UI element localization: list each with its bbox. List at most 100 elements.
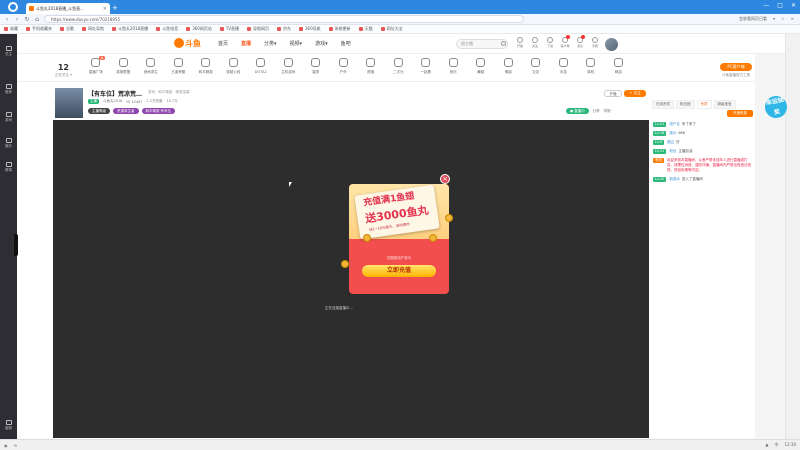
anchor-name[interactable]: 斗鱼丸2018 [103,99,122,104]
report-link[interactable]: 举报 [604,109,611,114]
rail-item[interactable]: 推荐 [0,84,17,95]
search-icon[interactable] [501,41,506,46]
category-item[interactable]: DOTA2 [247,58,275,75]
header-icon[interactable]: 下载 [545,37,555,48]
start-stream-button[interactable]: 开播 [604,90,622,97]
bookmark-item[interactable]: 京东 [277,26,291,32]
follow-button[interactable]: + 关注 [624,90,646,97]
sidebar-tab[interactable]: 粉丝团 [676,100,695,109]
new-tab-button[interactable]: + [112,4,118,12]
rail-item[interactable]: 赛事 [0,162,17,173]
bookmark-item[interactable]: 收藏 [4,26,18,32]
category-item[interactable]: 主机游戏 [275,58,303,75]
category-item[interactable]: 舞蹈 [467,58,495,75]
bookmark-item[interactable]: 网址大全 [381,26,403,32]
reload-icon[interactable]: ↻ [24,16,30,23]
category-item[interactable]: 绝地求生 [137,58,165,75]
nav-item[interactable]: 分类▾ [264,40,277,47]
category-item[interactable]: 热直播广场 [82,56,110,75]
category-item[interactable]: 一起看 [412,58,440,75]
category-item[interactable]: 单机 [577,58,605,75]
nav-item[interactable]: 视频▾ [290,40,303,47]
room-tag[interactable]: 主播等级 [88,108,110,114]
category-item[interactable]: 二次元 [385,58,413,75]
chat-username[interactable]: 粉丝 [669,149,676,153]
menu-icon[interactable]: ≡ [791,15,794,23]
room-category[interactable]: 游戏 · 和平精英 · 精英招募 [148,90,190,95]
nav-item[interactable]: 游戏▾ [315,40,328,47]
bookmark-item[interactable]: 斗鱼电竞 [156,26,178,32]
pc-client-button[interactable]: PC客户端 [720,63,752,71]
minimize-button[interactable]: — [763,2,769,9]
category-item[interactable]: 颜值 [357,58,385,75]
chat-username[interactable]: 新观众 [669,177,680,181]
chat-username[interactable]: 观众 [669,131,676,135]
category-item[interactable]: 情感 [495,58,523,75]
anchor-avatar[interactable] [55,88,83,118]
rail-item[interactable]: 游戏 [0,112,17,123]
chat-username[interactable]: 用户名 [669,122,680,126]
header-icon[interactable]: 消息 [575,35,585,48]
sidebar-tab[interactable]: 在线贵宾 [652,100,674,109]
header-icon[interactable]: 关注 [530,37,540,48]
rail-item[interactable]: 娱乐 [0,138,17,149]
category-item[interactable]: 和平精英 [192,58,220,75]
page-search-hint[interactable]: 会收看网页日看 [739,15,767,23]
tab-close-icon[interactable]: × [103,6,107,12]
category-item[interactable]: 星秀 [302,58,330,75]
category-item[interactable]: 手游 [550,58,578,75]
page-scrollbar[interactable] [785,34,800,439]
bookmark-item[interactable]: 导航网页 [247,26,269,32]
maximize-button[interactable]: □ [777,2,783,9]
room-tag[interactable]: 荒漠求生者 [113,108,139,114]
following-counter[interactable]: 12 正在关注 ▾ [55,63,72,78]
rail-collapse-handle[interactable] [14,234,18,256]
chat-username[interactable]: 路过 [667,140,674,144]
bookmark-item[interactable]: 360导航 [299,26,321,32]
browser-logo-icon[interactable] [2,1,24,13]
recharge-now-button[interactable]: 立即充值 [362,265,436,277]
star-icon[interactable]: ☆ [781,15,785,23]
nav-item[interactable]: 首页 [218,40,228,47]
bookmark-item[interactable]: TV直播 [220,26,239,32]
share-link[interactable]: 分享 [593,109,600,114]
category-item[interactable]: 音乐 [440,58,468,75]
back-icon[interactable]: ‹ [4,16,10,23]
nav-item[interactable]: 鱼吧 [341,40,351,47]
category-item[interactable]: 网游 [605,58,633,75]
category-item[interactable]: 穿越火线 [220,58,248,75]
home-icon[interactable]: ⌂ [34,16,40,23]
url-input[interactable]: https://www.douyu.com/70218955 [44,15,524,23]
bookmark-item[interactable]: 谷歌 [60,26,74,32]
category-item[interactable]: 交友 [522,58,550,75]
category-item[interactable]: 英雄联盟 [110,58,138,75]
rail-item[interactable]: 关注 [0,46,17,57]
user-avatar[interactable] [605,38,618,51]
sidebar-tab[interactable]: 贵宾 [696,100,712,109]
rail-item[interactable]: 客服 [0,420,17,431]
nav-item[interactable]: 直播 [241,40,251,47]
popup-close-icon[interactable]: × [440,174,450,184]
header-icon[interactable]: 专属 [590,37,600,48]
refresh-icon[interactable]: ⟲ [14,443,17,448]
douyu-logo[interactable]: 斗鱼 [174,37,201,49]
bookmark-item[interactable]: 手机收藏夹 [26,26,52,32]
browser-tab[interactable]: 斗鱼丸2018直播_斗鱼直… × [26,3,110,14]
open-noble-button[interactable]: 开通贵族 [727,110,753,117]
bookmark-item[interactable]: 天猫 [359,26,373,32]
category-item[interactable]: 王者荣耀 [165,58,193,75]
dropdown-icon[interactable]: ▾ [773,15,775,23]
room-tag[interactable]: 和平精英·有车位 [141,108,176,114]
header-icon[interactable]: 客户端 [560,35,570,48]
bookmark-item[interactable]: 网址导航 [82,26,104,32]
tray-up-icon[interactable]: ▲ [765,442,768,448]
bookmark-item[interactable]: 斗鱼丸2018直播 [112,26,148,32]
forward-icon[interactable]: › [14,16,20,23]
bookmark-item[interactable]: 360网页站 [186,26,212,32]
ime-indicator[interactable]: 中 [774,442,778,448]
header-icon[interactable]: 开播 [515,37,525,48]
category-item[interactable]: 户外 [330,58,358,75]
close-window-button[interactable]: ✕ [791,2,796,9]
start-icon[interactable]: ◉ [4,443,8,448]
sidebar-tab[interactable]: 超级宝宝 [713,100,736,109]
